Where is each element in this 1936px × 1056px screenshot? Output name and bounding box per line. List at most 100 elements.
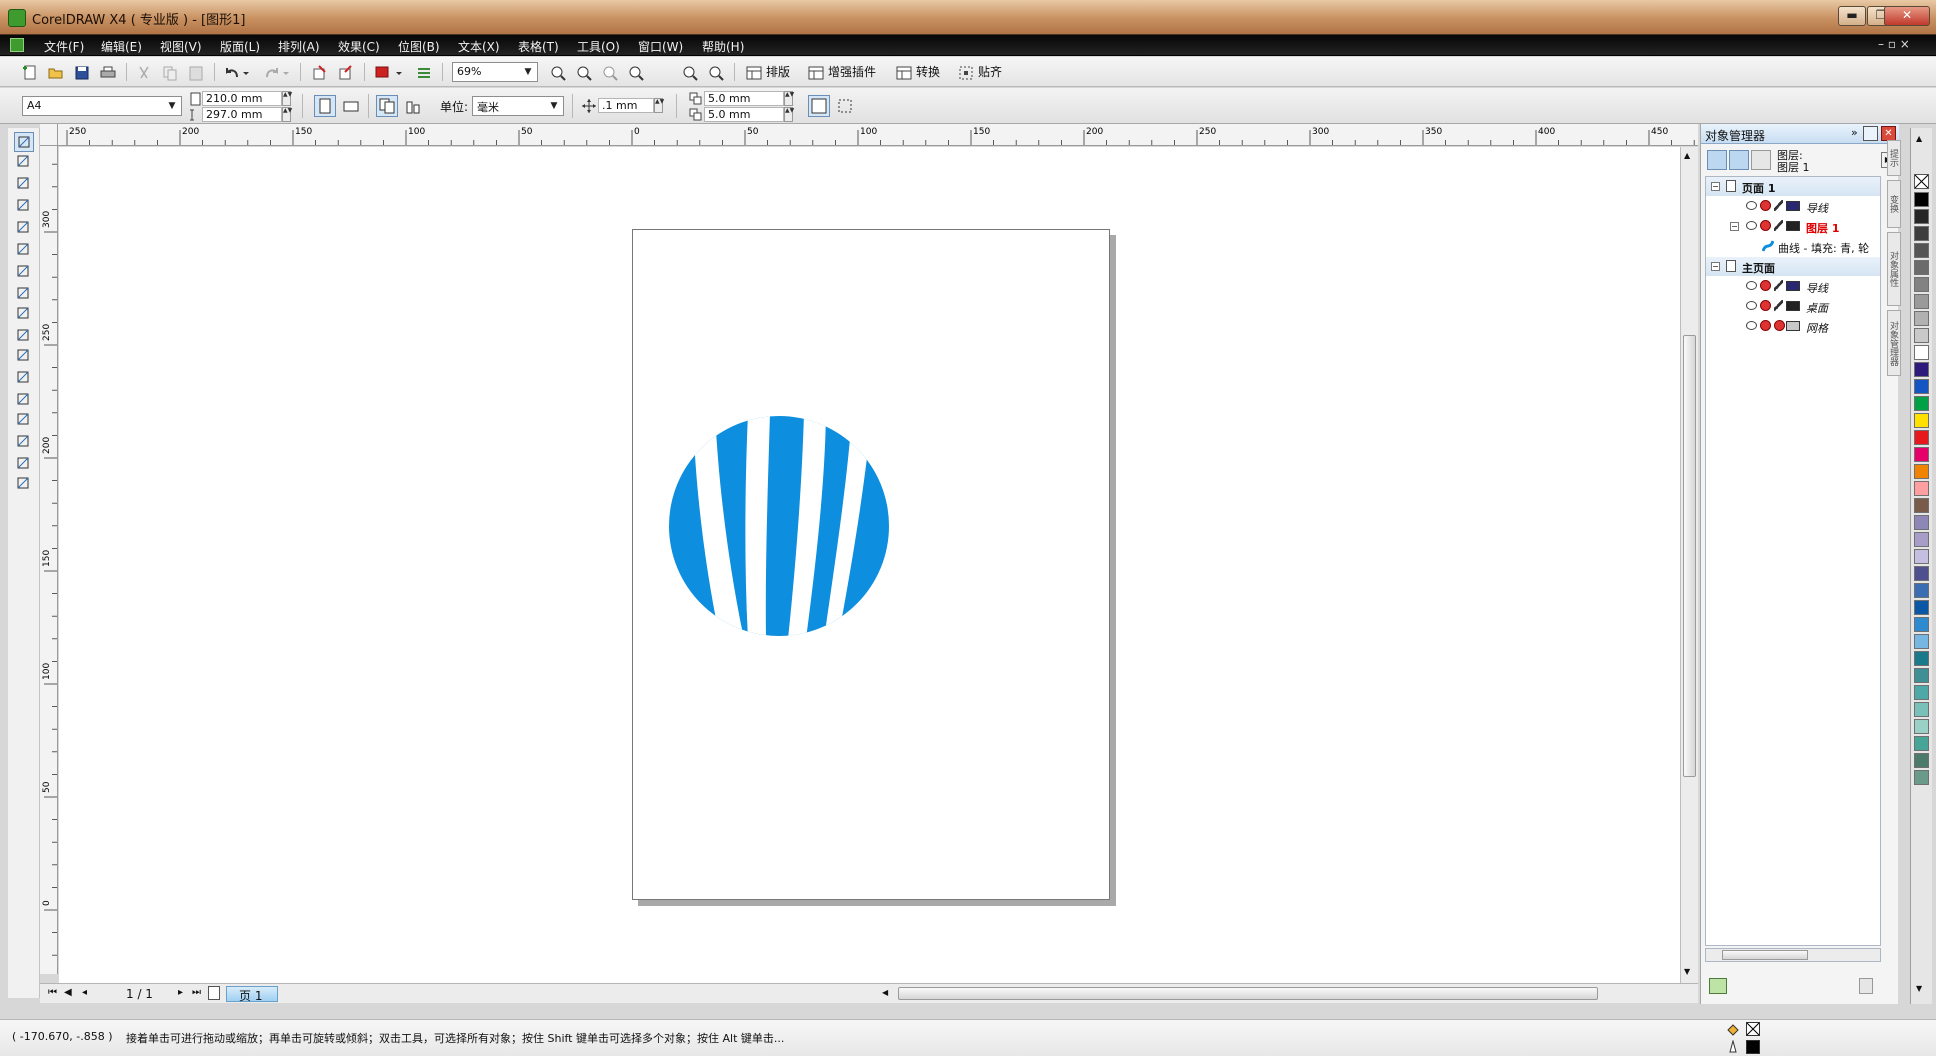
layer-manager-view-icon[interactable]	[1751, 150, 1771, 170]
zoom-level-combo[interactable]: 69% ▼	[452, 62, 538, 82]
print-icon[interactable]	[98, 63, 116, 81]
show-object-properties-icon[interactable]	[1729, 150, 1749, 170]
menu-table[interactable]: 表格(T)	[518, 38, 559, 55]
color-swatch[interactable]	[1914, 430, 1929, 445]
treat-as-filled-icon[interactable]	[808, 95, 830, 117]
rectangle-tool-icon[interactable]	[14, 262, 34, 282]
open-icon[interactable]	[46, 63, 64, 81]
color-swatch[interactable]	[1914, 277, 1929, 292]
menu-text[interactable]: 文本(X)	[458, 38, 500, 55]
next-page-icon[interactable]: ▸	[178, 987, 183, 998]
color-swatch[interactable]	[1914, 413, 1929, 428]
zoom-page-icon[interactable]	[680, 63, 698, 81]
collapse-icon[interactable]: −	[1711, 262, 1720, 271]
visibility-eye-icon[interactable]	[1746, 321, 1757, 330]
convert-button[interactable]: 转换	[916, 63, 940, 80]
basic-shapes-tool-icon[interactable]	[14, 326, 34, 346]
printable-icon[interactable]	[1760, 300, 1771, 311]
table-tool-icon[interactable]	[14, 368, 34, 388]
editable-pencil-icon[interactable]	[1774, 200, 1783, 211]
all-pages-icon[interactable]	[376, 95, 398, 117]
zoom-all-objects-icon[interactable]	[626, 63, 644, 81]
scroll-left-icon[interactable]: ◀	[882, 988, 888, 997]
color-swatch[interactable]	[1914, 481, 1929, 496]
fill-none-swatch[interactable]	[1746, 1022, 1760, 1036]
import-icon[interactable]	[310, 63, 328, 81]
snap-icon[interactable]	[956, 63, 974, 81]
object-tree[interactable]: − 页面 1 导线 − 图层 1 曲线 - 填充: 青, 轮 − 主页面 导线 桌面 网格	[1705, 176, 1881, 946]
zoom-out-icon[interactable]	[574, 63, 592, 81]
vertical-scroll-thumb[interactable]	[1683, 335, 1696, 777]
collapse-icon[interactable]: −	[1730, 222, 1739, 231]
docker-side-tab[interactable]: 提示	[1887, 140, 1901, 176]
undo-list-icon[interactable]	[240, 63, 250, 81]
color-swatch[interactable]	[1914, 770, 1929, 785]
color-swatch[interactable]	[1914, 328, 1929, 343]
polygon-tool-icon[interactable]	[14, 304, 34, 324]
menu-tools[interactable]: 工具(O)	[577, 38, 620, 55]
menu-window[interactable]: 窗口(W)	[638, 38, 683, 55]
color-swatch[interactable]	[1914, 345, 1929, 360]
color-swatch[interactable]	[1914, 583, 1929, 598]
tree-layer-row[interactable]: 桌面	[1706, 297, 1880, 316]
document-icon[interactable]	[10, 38, 24, 52]
minimize-button[interactable]: ▬	[1838, 6, 1866, 26]
layer-color-swatch[interactable]	[1786, 321, 1800, 331]
printable-icon[interactable]	[1760, 200, 1771, 211]
layout-icon[interactable]	[744, 63, 762, 81]
menu-layout[interactable]: 版面(L)	[220, 38, 260, 55]
zoom-tool-icon[interactable]	[14, 196, 34, 216]
color-swatch[interactable]	[1914, 719, 1929, 734]
color-swatch[interactable]	[1914, 464, 1929, 479]
color-swatch[interactable]	[1914, 753, 1929, 768]
page-height-field[interactable]: 297.0 mm	[202, 107, 282, 122]
no-color-swatch[interactable]	[1914, 174, 1929, 189]
grid-lock-icon[interactable]	[1774, 320, 1785, 331]
copy-icon[interactable]	[160, 63, 178, 81]
color-swatch[interactable]	[1914, 702, 1929, 717]
last-page-icon[interactable]: ⏭	[192, 987, 201, 998]
color-swatch[interactable]	[1914, 668, 1929, 683]
color-swatch[interactable]	[1914, 362, 1929, 377]
color-swatch[interactable]	[1914, 736, 1929, 751]
interactive-fill-tool-icon[interactable]	[14, 474, 34, 494]
duplicate-x-field[interactable]: 5.0 mm	[704, 91, 784, 106]
add-page-icon[interactable]	[208, 986, 220, 1000]
horizontal-ruler[interactable]: 250 200 150 100 50 0 50 100 150 200 250 300 350 400 45…	[58, 124, 1698, 146]
duplicate-y-field[interactable]: 5.0 mm	[704, 107, 784, 122]
menu-bitmaps[interactable]: 位图(B)	[398, 38, 440, 55]
outline-tool-icon[interactable]	[14, 432, 34, 452]
menu-arrange[interactable]: 排列(A)	[278, 38, 320, 55]
welcome-screen-icon[interactable]	[414, 63, 432, 81]
expand-docker-icon[interactable]: »	[1851, 126, 1858, 139]
nudge-distance-field[interactable]: .1 mm	[598, 98, 654, 113]
close-button[interactable]: ✕	[1884, 6, 1930, 26]
color-swatch[interactable]	[1914, 311, 1929, 326]
color-swatch[interactable]	[1914, 226, 1929, 241]
zoom-in-icon[interactable]	[548, 63, 566, 81]
nudge-spinner[interactable]: ▲▼	[654, 98, 664, 113]
color-swatch[interactable]	[1914, 498, 1929, 513]
printable-icon[interactable]	[1760, 280, 1771, 291]
color-swatch[interactable]	[1914, 209, 1929, 224]
vertical-ruler[interactable]: 300 250 200 150 100 50 0	[40, 146, 58, 974]
color-swatch[interactable]	[1914, 396, 1929, 411]
tree-layer-row[interactable]: − 图层 1	[1706, 217, 1880, 236]
snap-button[interactable]: 贴齐	[978, 63, 1002, 80]
eyedropper-tool-icon[interactable]	[14, 410, 34, 430]
printable-icon[interactable]	[1760, 220, 1771, 231]
layer-color-swatch[interactable]	[1786, 281, 1800, 291]
duplicate-y-spinner[interactable]: ▲▼	[784, 107, 794, 122]
collapse-icon[interactable]: −	[1711, 182, 1720, 191]
zoom-selected-icon[interactable]	[600, 63, 618, 81]
color-swatch[interactable]	[1914, 600, 1929, 615]
striped-circle-logo[interactable]	[666, 413, 892, 639]
color-swatch[interactable]	[1914, 243, 1929, 258]
prev-page-icon[interactable]: ◀	[64, 987, 72, 998]
color-swatch[interactable]	[1914, 549, 1929, 564]
tree-layer-row[interactable]: 导线	[1706, 277, 1880, 296]
color-swatch[interactable]	[1914, 617, 1929, 632]
tree-hscrollbar[interactable]	[1705, 948, 1881, 962]
ellipse-tool-icon[interactable]	[14, 284, 34, 304]
layout-button[interactable]: 排版	[766, 63, 790, 80]
